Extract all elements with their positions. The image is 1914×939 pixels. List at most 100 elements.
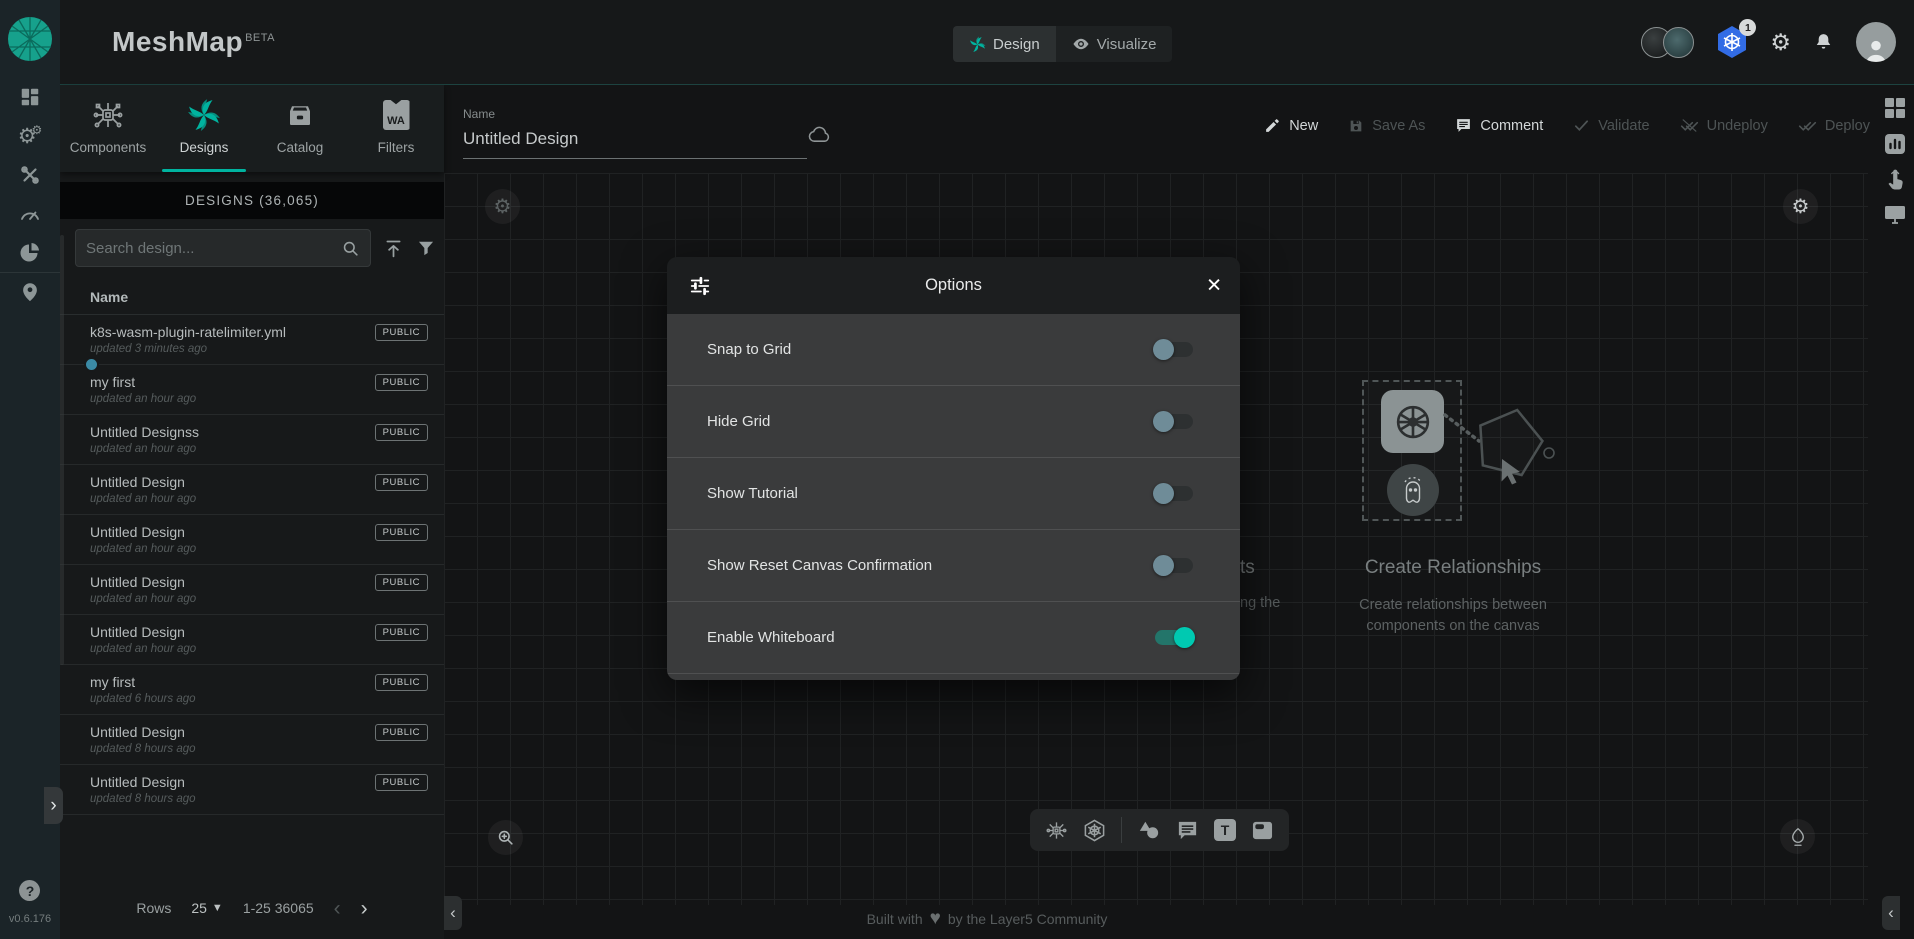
- lifecycle-gears-icon[interactable]: ⚙⚙: [17, 123, 43, 149]
- bottom-left-drawer-tab[interactable]: ‹: [444, 896, 462, 930]
- option-label: Show Tutorial: [707, 485, 798, 502]
- undeploy-button[interactable]: Undeploy: [1680, 117, 1768, 134]
- kubernetes-node[interactable]: [1381, 390, 1444, 453]
- tab-filters[interactable]: WA Filters: [348, 85, 444, 172]
- shapes-icon[interactable]: [1137, 819, 1161, 841]
- design-list-item[interactable]: Untitled Design updated an hour ago PUBL…: [60, 465, 444, 515]
- options-modal: Options ✕ Snap to Grid Hide Grid Show Tu…: [667, 257, 1240, 680]
- next-page-button[interactable]: ›: [361, 898, 368, 919]
- options-list: Snap to Grid Hide Grid Show Tutorial Sho…: [667, 314, 1240, 680]
- text-tool-icon[interactable]: T: [1214, 819, 1236, 841]
- design-list-item[interactable]: Untitled Design updated an hour ago PUBL…: [60, 515, 444, 565]
- deploy-pin-button[interactable]: [1780, 819, 1815, 854]
- new-button[interactable]: New: [1264, 117, 1318, 134]
- design-list-item[interactable]: k8s-wasm-plugin-ratelimiter.yml updated …: [60, 315, 444, 365]
- visualize-mode-button[interactable]: Visualize: [1056, 26, 1173, 62]
- tab-designs[interactable]: Designs: [156, 85, 252, 172]
- screen-share-icon[interactable]: [1883, 204, 1907, 226]
- design-name-input[interactable]: [463, 125, 807, 159]
- close-icon[interactable]: ✕: [1206, 274, 1222, 297]
- designs-spiral-icon: [187, 97, 221, 133]
- tutorial-heading: Create Relationships: [1342, 557, 1564, 579]
- option-row: Enable Whiteboard: [667, 602, 1240, 674]
- option-row: Snap to Grid: [667, 314, 1240, 386]
- option-toggle[interactable]: [1155, 486, 1193, 501]
- design-list-item[interactable]: my first updated an hour ago PUBLIC: [60, 365, 444, 415]
- option-toggle[interactable]: [1155, 342, 1193, 357]
- option-row: Show Reset Canvas Confirmation: [667, 530, 1240, 602]
- tab-catalog[interactable]: Catalog: [252, 85, 348, 172]
- upload-design-icon[interactable]: [383, 238, 404, 259]
- collaborator-avatar-2[interactable]: [1663, 27, 1694, 58]
- designs-list: k8s-wasm-plugin-ratelimiter.yml updated …: [60, 315, 444, 886]
- tab-components[interactable]: Components: [60, 85, 156, 172]
- bottom-right-drawer-tab[interactable]: ‹: [1882, 896, 1900, 930]
- prev-page-button[interactable]: ‹: [334, 898, 341, 919]
- design-updated: updated an hour ago: [90, 643, 444, 655]
- mode-toggle: Design Visualize: [953, 26, 1172, 62]
- design-updated: updated an hour ago: [90, 443, 444, 455]
- collaborator-avatars[interactable]: [1641, 27, 1694, 58]
- option-toggle[interactable]: [1155, 558, 1193, 573]
- rows-per-page-select[interactable]: 25▼: [191, 900, 222, 916]
- touch-pointer-icon[interactable]: [1884, 168, 1906, 192]
- validate-button[interactable]: Validate: [1573, 117, 1649, 134]
- canvas-settings-right-button[interactable]: ⚙: [1783, 189, 1818, 224]
- layer5-logo[interactable]: [7, 16, 53, 62]
- filter-funnel-icon[interactable]: [416, 238, 436, 258]
- design-mode-button[interactable]: Design: [953, 26, 1056, 62]
- option-label: Hide Grid: [707, 413, 770, 430]
- option-toggle[interactable]: [1155, 630, 1193, 645]
- mascot-node[interactable]: [1387, 464, 1439, 516]
- design-list-item[interactable]: my first updated 6 hours ago PUBLIC: [60, 665, 444, 715]
- options-modal-header: Options ✕: [667, 257, 1240, 314]
- designs-panel: Components Designs Catalog WA Filters DE…: [60, 85, 444, 939]
- option-label: Snap to Grid: [707, 341, 791, 358]
- pencil-icon: [1264, 117, 1281, 134]
- visibility-badge: PUBLIC: [375, 324, 428, 341]
- design-updated: updated 8 hours ago: [90, 793, 444, 805]
- design-updated: updated an hour ago: [90, 493, 444, 505]
- kubernetes-context-button[interactable]: 1: [1716, 25, 1748, 59]
- zoom-button[interactable]: [488, 820, 523, 855]
- design-list-item[interactable]: Untitled Design updated an hour ago PUBL…: [60, 615, 444, 665]
- extensions-pie-icon[interactable]: [17, 240, 43, 266]
- design-name-label: Name: [463, 107, 807, 121]
- panel-expander-chevron[interactable]: ›: [44, 787, 63, 824]
- dashboard-icon[interactable]: [17, 84, 43, 110]
- visibility-badge: PUBLIC: [375, 574, 428, 591]
- media-tool-icon[interactable]: [1251, 820, 1274, 841]
- search-row: [60, 219, 444, 277]
- option-toggle[interactable]: [1155, 414, 1193, 429]
- comment-tool-icon[interactable]: [1176, 819, 1199, 842]
- widgets-grid-icon[interactable]: [1883, 96, 1907, 120]
- toggle-knob: [1153, 555, 1174, 576]
- configuration-tools-icon[interactable]: [17, 162, 43, 188]
- deploy-double-check-icon: [1798, 117, 1817, 134]
- settings-gear-icon[interactable]: ⚙: [1770, 31, 1791, 54]
- save-as-button[interactable]: Save As: [1348, 117, 1425, 134]
- design-list-item[interactable]: Untitled Design updated 8 hours ago PUBL…: [60, 765, 444, 815]
- cloud-save-icon: [808, 125, 831, 143]
- comment-button[interactable]: Comment: [1455, 117, 1543, 134]
- search-icon[interactable]: [341, 239, 360, 258]
- components-circuit-icon[interactable]: [1045, 819, 1068, 842]
- performance-gauge-icon[interactable]: [17, 201, 43, 227]
- design-list-item[interactable]: Untitled Design updated 8 hours ago PUBL…: [60, 715, 444, 765]
- deploy-button[interactable]: Deploy: [1798, 117, 1870, 134]
- meshmap-pin-icon[interactable]: [17, 279, 43, 305]
- analytics-chart-icon[interactable]: [1883, 132, 1907, 156]
- design-list-item[interactable]: Untitled Designss updated an hour ago PU…: [60, 415, 444, 465]
- comment-icon: [1455, 117, 1472, 134]
- owner-avatar-dot: [84, 357, 99, 372]
- visibility-badge: PUBLIC: [375, 474, 428, 491]
- gear-icon: ⚙: [494, 194, 512, 219]
- search-input[interactable]: [86, 240, 335, 257]
- notifications-bell-icon[interactable]: [1813, 31, 1834, 53]
- canvas-settings-left-button[interactable]: ⚙: [485, 189, 520, 224]
- user-avatar[interactable]: [1856, 22, 1896, 62]
- design-list-item[interactable]: Untitled Design updated an hour ago PUBL…: [60, 565, 444, 615]
- kubernetes-wheel-icon[interactable]: [1083, 819, 1106, 842]
- panel-scrollbar[interactable]: [60, 235, 64, 665]
- help-icon[interactable]: ?: [19, 880, 40, 901]
